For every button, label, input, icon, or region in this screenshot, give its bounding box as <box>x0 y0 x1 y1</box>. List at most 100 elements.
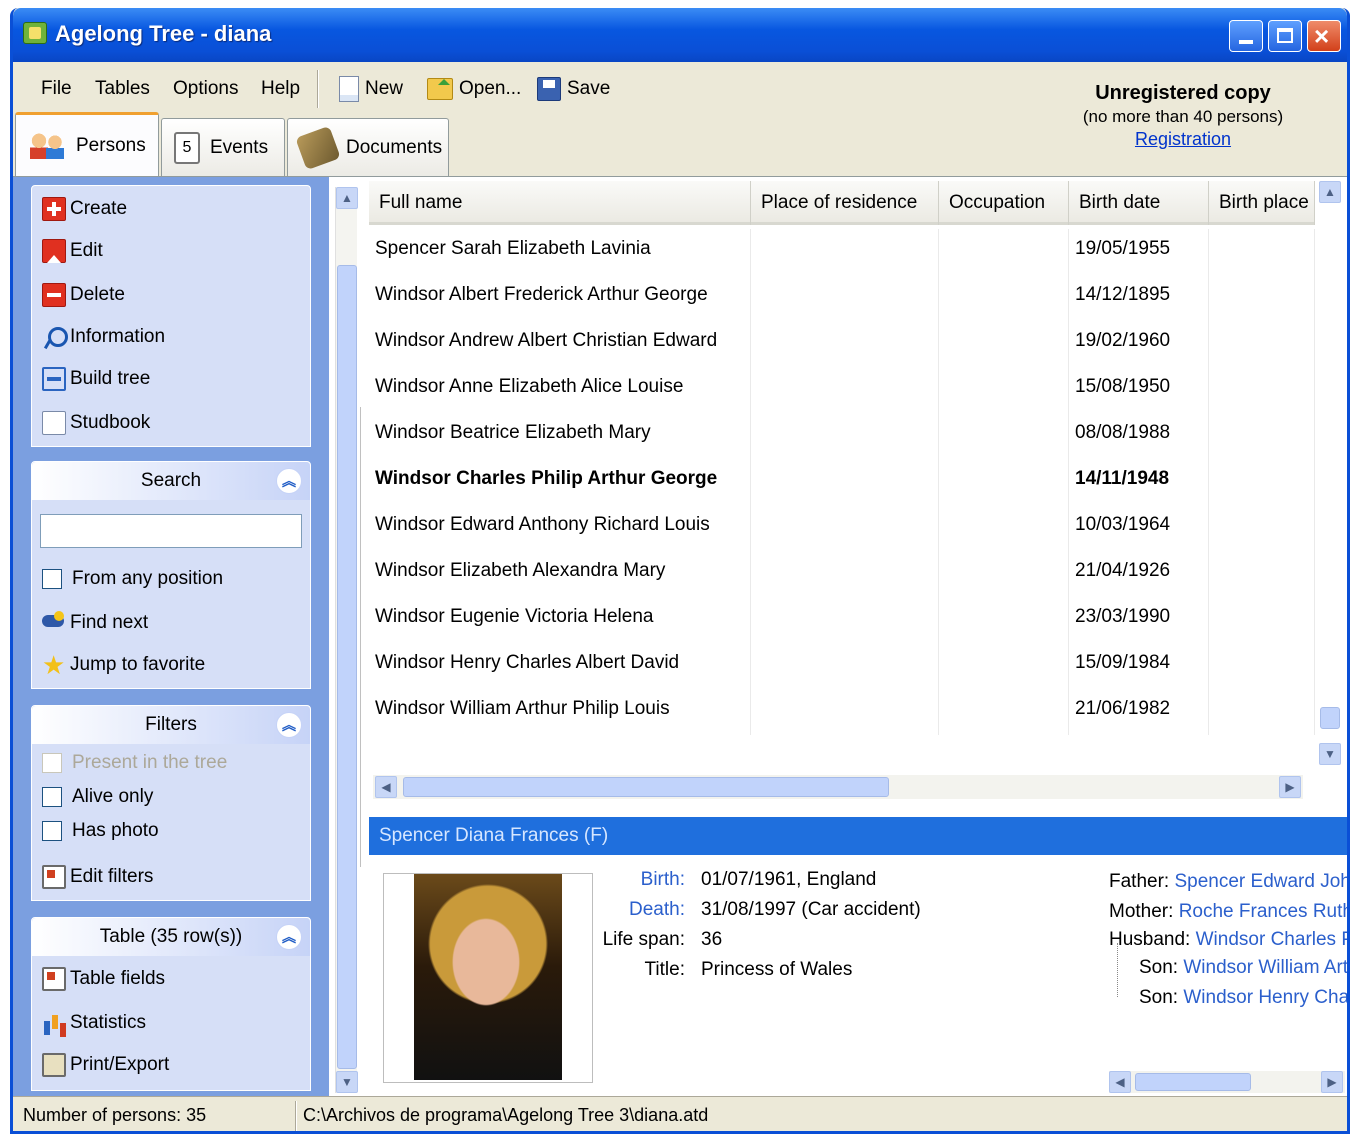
cell-place-of-residence <box>751 275 939 321</box>
table-header[interactable]: Table (35 row(s)) ︽ <box>32 918 310 956</box>
table-row[interactable]: Windsor Anne Elizabeth Alice Louise 15/08… <box>369 367 1315 413</box>
studbook-action[interactable]: Studbook <box>42 408 150 438</box>
toolbar-separator <box>317 70 319 108</box>
persons-content: Create Edit Delete Information Build tre… <box>13 176 1347 1097</box>
minimize-button[interactable] <box>1229 20 1263 52</box>
build-tree-action[interactable]: Build tree <box>42 364 150 394</box>
relations-scroll-left-icon[interactable]: ◀ <box>1109 1071 1131 1093</box>
relation-tree-line <box>1117 943 1131 997</box>
statistics-action[interactable]: Statistics <box>42 1008 146 1038</box>
persons-icon <box>28 131 66 161</box>
mother-link[interactable]: Roche Frances Ruth <box>1179 901 1347 922</box>
scroll-up-icon[interactable]: ▲ <box>336 187 358 209</box>
tab-documents[interactable]: Documents <box>287 118 449 176</box>
jump-to-favorite-action[interactable]: ★ Jump to favorite <box>42 650 205 680</box>
status-separator <box>295 1101 297 1131</box>
from-any-position-checkbox[interactable] <box>42 569 62 589</box>
column-place-of-residence[interactable]: Place of residence <box>751 181 939 225</box>
menu-options[interactable]: Options <box>173 78 238 100</box>
tab-persons[interactable]: Persons <box>15 112 159 176</box>
death-label[interactable]: Death: <box>589 899 685 921</box>
from-any-position-option[interactable]: From any position <box>42 564 223 594</box>
table-row[interactable]: Windsor William Arthur Philip Louis 21/06… <box>369 689 1315 735</box>
table-scroll-left-icon[interactable]: ◀ <box>375 776 397 798</box>
column-birth-date[interactable]: Birth date <box>1069 181 1209 225</box>
scroll-down-icon[interactable]: ▼ <box>336 1071 358 1093</box>
build-tree-label: Build tree <box>70 368 151 389</box>
vertical-splitter[interactable] <box>360 407 366 867</box>
find-next-action[interactable]: Find next <box>42 608 148 638</box>
table-horizontal-scrollbar[interactable]: ◀ ▶ <box>373 775 1303 799</box>
relations-horizontal-scrollbar[interactable]: ◀ ▶ <box>1109 1071 1345 1093</box>
menu-help[interactable]: Help <box>261 78 300 100</box>
cell-birth-date: 19/02/1960 <box>1069 321 1209 367</box>
table-row[interactable]: Windsor Henry Charles Albert David 15/09/… <box>369 643 1315 689</box>
table-hscroll-thumb[interactable] <box>403 777 889 797</box>
has-photo-checkbox[interactable] <box>42 821 62 841</box>
son2-link[interactable]: Windsor Henry Charles <box>1183 987 1347 1008</box>
table-row[interactable]: Spencer Sarah Elizabeth Lavinia 19/05/195… <box>369 229 1315 275</box>
print-icon <box>42 1053 66 1077</box>
relations-scroll-right-icon[interactable]: ▶ <box>1321 1071 1343 1093</box>
column-occupation[interactable]: Occupation <box>939 181 1069 225</box>
delete-action[interactable]: Delete <box>42 280 125 310</box>
registration-link[interactable]: Registration <box>1053 129 1313 150</box>
column-birth-place[interactable]: Birth place <box>1209 181 1315 225</box>
cell-occupation <box>939 597 1069 643</box>
menu-file[interactable]: File <box>41 78 72 100</box>
search-input[interactable] <box>40 514 302 548</box>
scroll-thumb[interactable] <box>337 265 357 1069</box>
table-row[interactable]: Windsor Edward Anthony Richard Louis 10/0… <box>369 505 1315 551</box>
table-vertical-scrollbar[interactable]: ▲ ▼ <box>1319 181 1341 771</box>
create-action[interactable]: Create <box>42 194 127 224</box>
print-export-action[interactable]: Print/Export <box>42 1050 169 1080</box>
edit-filters-action[interactable]: Edit filters <box>42 862 153 892</box>
cell-birth-place <box>1209 275 1315 321</box>
table-row[interactable]: Windsor Beatrice Elizabeth Mary 08/08/198… <box>369 413 1315 459</box>
relations-scroll-thumb[interactable] <box>1135 1073 1251 1091</box>
person-photo[interactable] <box>383 873 593 1083</box>
husband-link[interactable]: Windsor Charles Philip <box>1196 929 1347 950</box>
present-in-tree-label: Present in the tree <box>72 752 228 773</box>
search-header[interactable]: Search ︽ <box>32 462 310 500</box>
table-row[interactable]: Windsor Andrew Albert Christian Edward 19… <box>369 321 1315 367</box>
alive-only-option[interactable]: Alive only <box>42 782 153 812</box>
cell-occupation <box>939 689 1069 735</box>
new-document-icon <box>339 76 359 102</box>
title-bar[interactable]: Agelong Tree - diana × <box>13 8 1347 62</box>
save-button[interactable]: Save <box>537 72 610 106</box>
son1-link[interactable]: Windsor William Arthur <box>1183 957 1347 978</box>
new-button[interactable]: New <box>339 72 403 106</box>
table-row[interactable]: Windsor Elizabeth Alexandra Mary 21/04/19… <box>369 551 1315 597</box>
alive-only-checkbox[interactable] <box>42 787 62 807</box>
menu-tables[interactable]: Tables <box>95 78 150 100</box>
table-scroll-right-icon[interactable]: ▶ <box>1279 776 1301 798</box>
column-full-name[interactable]: Full name <box>369 181 751 225</box>
open-button[interactable]: Open... <box>427 72 521 106</box>
table-scroll-up-icon[interactable]: ▲ <box>1319 181 1341 203</box>
collapse-filters-icon[interactable]: ︽ <box>276 712 302 738</box>
information-label: Information <box>70 326 166 347</box>
tab-events[interactable]: 5 Events <box>161 118 285 176</box>
has-photo-option[interactable]: Has photo <box>42 816 159 846</box>
cell-full-name: Windsor Elizabeth Alexandra Mary <box>369 551 751 597</box>
table-fields-action[interactable]: Table fields <box>42 964 165 994</box>
table-scroll-down-icon[interactable]: ▼ <box>1319 743 1341 765</box>
table-scroll-thumb[interactable] <box>1320 707 1340 729</box>
birth-label[interactable]: Birth: <box>589 869 685 891</box>
table-row[interactable]: Windsor Albert Frederick Arthur George 14… <box>369 275 1315 321</box>
filters-header[interactable]: Filters ︽ <box>32 706 310 744</box>
edit-action[interactable]: Edit <box>42 236 103 266</box>
collapse-table-icon[interactable]: ︽ <box>276 924 302 950</box>
close-button[interactable]: × <box>1307 20 1341 52</box>
maximize-button[interactable] <box>1268 20 1302 52</box>
father-link[interactable]: Spencer Edward John <box>1174 871 1347 892</box>
table-row[interactable]: Windsor Charles Philip Arthur George 14/1… <box>369 459 1315 505</box>
cell-birth-date: 14/11/1948 <box>1069 459 1209 505</box>
table-row[interactable]: Windsor Eugenie Victoria Helena 23/03/199… <box>369 597 1315 643</box>
cell-occupation <box>939 367 1069 413</box>
task-panel-scrollbar[interactable]: ▲ ▼ <box>335 187 358 1093</box>
information-action[interactable]: Information <box>42 322 165 352</box>
collapse-search-icon[interactable]: ︽ <box>276 468 302 494</box>
statistics-label: Statistics <box>70 1012 147 1033</box>
